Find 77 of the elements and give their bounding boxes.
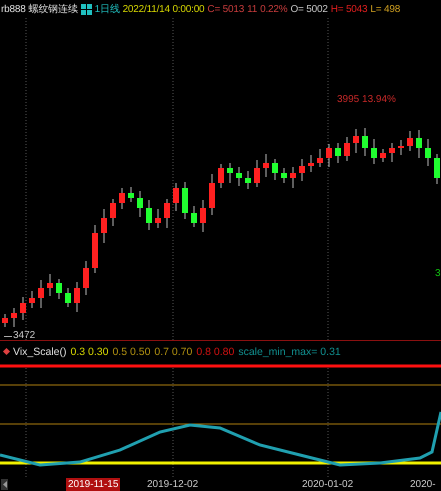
candlestick (182, 182, 188, 220)
candlestick (371, 138, 377, 164)
scroll-left-button[interactable] (1, 479, 8, 490)
date-label: 2020- (409, 478, 437, 491)
candlestick (164, 198, 170, 228)
candlestick (56, 278, 62, 300)
candlestick (362, 128, 368, 156)
candlestick (92, 224, 98, 274)
candlestick (137, 190, 143, 218)
candlestick (200, 200, 206, 232)
candlestick (281, 168, 287, 184)
indicator-marker-icon (2, 348, 10, 356)
leader-line (4, 336, 12, 337)
price-annotation: 3995 13.94% (337, 94, 396, 105)
candlestick (29, 290, 35, 308)
candlestick (245, 170, 251, 190)
candlestick (236, 166, 242, 186)
triangle-icon (2, 481, 6, 488)
candlestick (101, 208, 107, 244)
price-annotation: 3 (435, 268, 441, 279)
indicator-param: 0.3 0.30 (70, 346, 108, 358)
symbol-code: rb888 (1, 4, 26, 14)
candlestick (83, 260, 89, 296)
candlestick (191, 206, 197, 228)
quote-value: O= 5002 (290, 4, 328, 14)
candlestick (398, 140, 404, 156)
candlestick (119, 188, 125, 210)
candlestick (389, 142, 395, 162)
candlestick (11, 308, 17, 328)
candlestick (173, 182, 179, 212)
candlestick (272, 158, 278, 180)
quote-value: H= 5043 (330, 4, 368, 14)
candlestick (128, 186, 134, 202)
candlestick (38, 280, 44, 308)
candlestick (110, 198, 116, 226)
indicator-param: 0.8 0.80 (196, 346, 234, 358)
quote-value: L= 498 (370, 4, 400, 14)
indicator-param: 0.7 0.70 (154, 346, 192, 358)
quote-value: 11 (247, 4, 258, 14)
candlestick (308, 154, 314, 172)
quote-value: C= 5013 (207, 4, 244, 14)
period-label[interactable]: 1日线 (94, 2, 120, 16)
candlestick (263, 154, 269, 178)
grid-icon[interactable] (80, 4, 92, 14)
candlestick (344, 136, 350, 162)
candlestick (353, 128, 359, 154)
candlestick (218, 164, 224, 188)
date-label: 2019-12-02 (146, 478, 200, 491)
date-label: 2019-11-15 (66, 478, 120, 491)
candlestick (416, 130, 422, 158)
candlestick (209, 174, 215, 216)
candlestick (254, 160, 260, 188)
date-label: 2020-01-02 (301, 478, 354, 491)
indicator-param: scale_min_max= 0.31 (238, 346, 341, 358)
candlestick (299, 158, 305, 182)
candlestick (146, 200, 152, 230)
candlestick (290, 166, 296, 188)
candlestick (74, 282, 80, 312)
candlestick (380, 148, 386, 162)
candlestick (434, 154, 440, 184)
quote-value: 0.22% (260, 4, 288, 14)
candlestick (407, 130, 413, 152)
candlestick (335, 142, 341, 164)
datetime-label: 2022/11/14 0:00:00 (122, 4, 204, 14)
candlestick (326, 144, 332, 168)
candlestick (2, 314, 8, 328)
candlestick (47, 274, 53, 296)
candlestick (65, 288, 71, 308)
indicator-name: Vix_Scale() (13, 346, 66, 358)
candlestick (155, 208, 161, 228)
candlestick (20, 296, 26, 320)
indicator-param: 0.5 0.50 (112, 346, 150, 358)
candlestick (425, 138, 431, 166)
instrument-name: 螺纹钢连续 (28, 2, 78, 16)
candlestick (227, 162, 233, 184)
price-annotation: 3472 (13, 330, 36, 341)
candlestick (317, 148, 323, 168)
